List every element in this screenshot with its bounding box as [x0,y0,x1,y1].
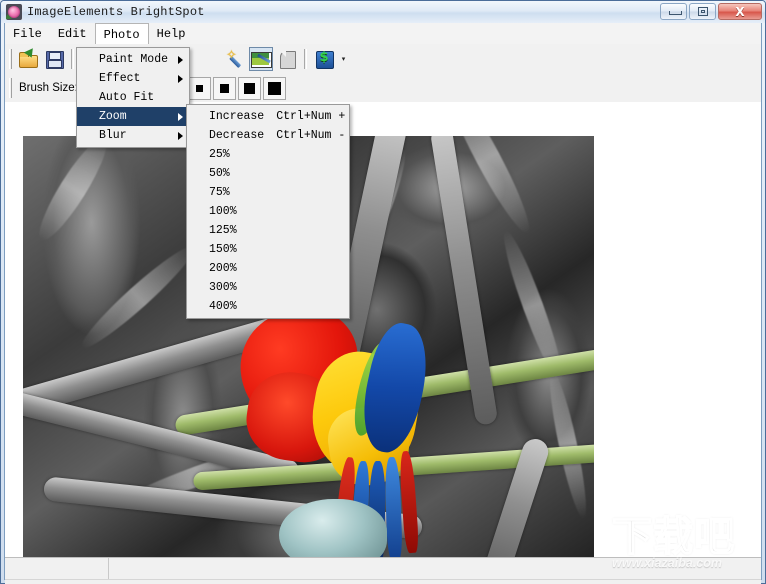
close-button[interactable]: X [718,3,762,20]
menu-item-auto-fit[interactable]: Auto Fit [77,88,189,107]
document-button[interactable] [275,47,299,71]
image-canvas[interactable] [5,102,761,580]
menu-item-label: 150% [209,243,237,256]
zoom-item-25[interactable]: 25% [187,145,349,164]
application-window: ImageElements BrightSpot X File Edit Pho… [0,0,766,584]
toolbar-grip[interactable] [9,49,12,69]
menu-bar: File Edit Photo Help [5,23,761,45]
zoom-item-150[interactable]: 150% [187,240,349,259]
window-title: ImageElements BrightSpot [27,5,205,19]
menu-item-label: 50% [209,167,230,180]
chevron-down-icon[interactable]: ▾ [337,47,350,71]
chevron-right-icon [178,55,183,64]
zoom-item-75[interactable]: 75% [187,183,349,202]
menu-item-label: 400% [209,300,237,313]
zoom-item-100[interactable]: 100% [187,202,349,221]
photo-menu: Paint Mode Effect Auto Fit Zoom Blur [76,47,190,148]
page-icon [277,49,297,69]
menu-item-label: 75% [209,186,230,199]
menu-item-effect[interactable]: Effect [77,69,189,88]
brush-dot-2 [219,83,229,93]
zoom-item-300[interactable]: 300% [187,278,349,297]
zoom-item-decrease[interactable]: Decrease Ctrl+Num - [187,126,349,145]
menu-file[interactable]: File [5,23,50,44]
menu-item-paint-mode[interactable]: Paint Mode [77,50,189,69]
menu-item-label: Zoom [99,110,127,123]
zoom-submenu: Increase Ctrl+Num + Decrease Ctrl+Num - … [186,104,350,319]
chevron-right-icon [178,131,183,140]
magic-wand-icon: ✧ [225,49,245,69]
brush-size-label: Brush Size: [19,82,78,94]
menu-photo[interactable]: Photo [94,23,149,45]
money-button[interactable]: $ [312,47,336,71]
brush-size-3[interactable] [237,76,261,100]
zoom-item-400[interactable]: 400% [187,297,349,316]
maximize-button[interactable] [689,3,716,20]
menu-item-label: Auto Fit [99,91,155,104]
menu-item-blur[interactable]: Blur [77,126,189,145]
magic-wand-button[interactable]: ✧ [223,47,247,71]
toolbar-separator-2 [304,49,307,69]
status-pane-left [5,558,109,579]
minimize-button[interactable] [660,3,687,20]
title-bar[interactable]: ImageElements BrightSpot X [1,1,765,23]
open-file-button[interactable] [16,47,40,71]
dollar-box-icon: $ [314,49,334,69]
menu-item-label: Decrease [209,129,265,142]
status-bar [5,557,761,579]
brush-dot-1 [195,84,203,92]
chevron-right-icon [178,112,183,121]
menu-item-label: Paint Mode [99,53,169,66]
toolbar-separator [71,49,74,69]
open-folder-icon [18,48,38,69]
menu-item-zoom[interactable]: Zoom [77,107,189,126]
menu-item-accelerator: Ctrl+Num - [276,129,346,142]
status-pane-right [109,558,761,579]
macaw-subject [235,305,441,570]
brush-size-4[interactable] [262,76,286,100]
menu-item-label: 125% [209,224,237,237]
brush-size-2[interactable] [212,76,236,100]
floppy-disk-icon [44,49,64,69]
menu-item-accelerator: Ctrl+Num + [276,110,346,123]
save-file-button[interactable] [42,47,66,71]
brush-dot-3 [243,82,255,94]
window-controls: X [660,3,762,20]
menu-item-label: 200% [209,262,237,275]
menu-item-label: 300% [209,281,237,294]
rose-icon [6,4,22,20]
menu-edit[interactable]: Edit [50,23,95,44]
menu-item-label: 100% [209,205,237,218]
menu-item-label: Effect [99,72,141,85]
close-icon: X [735,4,745,19]
menu-item-label: 25% [209,148,230,161]
zoom-item-50[interactable]: 50% [187,164,349,183]
zoom-item-125[interactable]: 125% [187,221,349,240]
brush-toolbar-grip[interactable] [9,78,12,98]
menu-item-label: Blur [99,129,127,142]
brush-dot-4 [267,81,281,95]
horizontal-scrollbar[interactable] [5,579,761,584]
zoom-item-200[interactable]: 200% [187,259,349,278]
menu-item-label: Increase [209,110,265,123]
brush-size-1[interactable] [187,76,211,100]
chevron-right-icon [178,74,183,83]
brightspot-button[interactable] [249,47,273,71]
zoom-item-increase[interactable]: Increase Ctrl+Num + [187,107,349,126]
picture-pen-icon [251,49,272,69]
menu-help[interactable]: Help [149,23,194,44]
